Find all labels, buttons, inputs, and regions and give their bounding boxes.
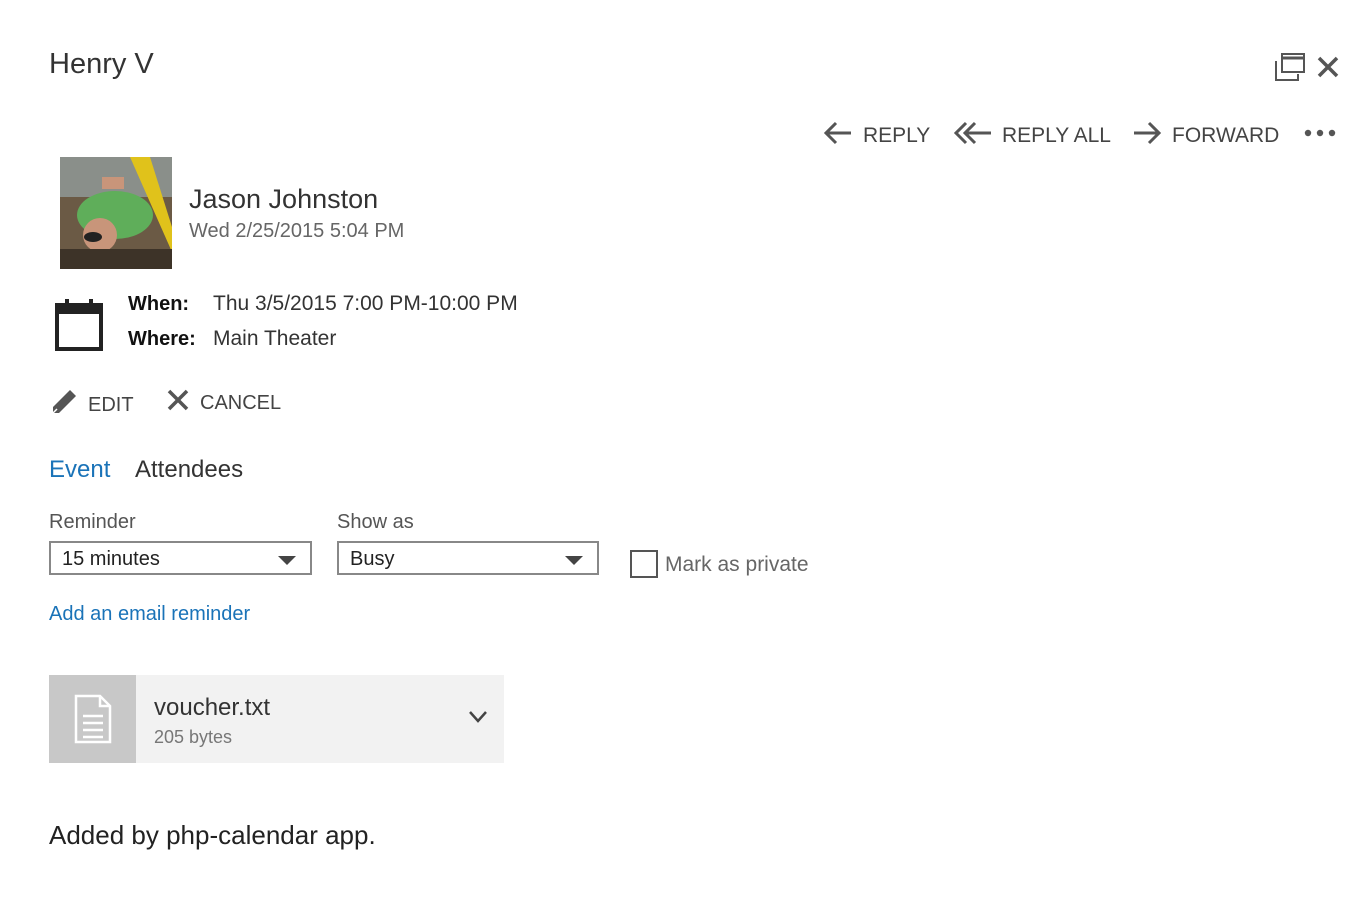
chevron-down-icon <box>565 556 583 565</box>
add-email-reminder-link[interactable]: Add an email reminder <box>49 603 250 626</box>
show-as-label: Show as <box>337 511 414 533</box>
reply-button[interactable]: REPLY <box>823 120 930 152</box>
reminder-value: 15 minutes <box>62 548 160 570</box>
edit-button[interactable]: EDIT <box>50 388 134 422</box>
arrow-right-icon <box>1132 121 1162 151</box>
chevron-down-icon[interactable] <box>468 710 488 724</box>
reply-all-label: REPLY ALL <box>1002 124 1111 147</box>
sender-name: Jason Johnston <box>189 184 379 214</box>
where-value: Main Theater <box>213 327 337 350</box>
tab-event[interactable]: Event <box>49 456 110 484</box>
text-file-icon <box>74 694 112 749</box>
message-body: Added by php-calendar app. <box>49 820 376 850</box>
cancel-button[interactable]: CANCEL <box>166 388 281 418</box>
tab-attendees[interactable]: Attendees <box>135 456 243 484</box>
forward-label: FORWARD <box>1172 124 1280 147</box>
double-arrow-left-icon <box>953 121 992 151</box>
window-title: Henry V <box>49 48 154 80</box>
avatar <box>60 157 172 269</box>
when-label: When: <box>128 293 190 315</box>
attachment-card[interactable]: voucher.txt 205 bytes <box>49 675 504 763</box>
reminder-label: Reminder <box>49 511 136 533</box>
where-label: Where: <box>128 328 196 350</box>
forward-button[interactable]: FORWARD <box>1132 120 1279 152</box>
pencil-icon <box>50 388 78 422</box>
attachment-size: 205 bytes <box>154 727 233 747</box>
when-value: Thu 3/5/2015 7:00 PM-10:00 PM <box>213 292 518 315</box>
mark-private-checkbox[interactable] <box>630 550 658 578</box>
edit-label: EDIT <box>88 393 134 416</box>
sent-timestamp: Wed 2/25/2015 5:04 PM <box>189 220 405 242</box>
popout-icon[interactable] <box>1274 52 1306 82</box>
calendar-icon <box>54 297 104 353</box>
reply-all-button[interactable]: REPLY ALL <box>953 120 1111 152</box>
close-icon[interactable] <box>1316 54 1340 80</box>
mark-private-label: Mark as private <box>665 553 809 576</box>
attachment-thumbnail <box>49 675 136 763</box>
show-as-value: Busy <box>350 548 395 570</box>
cancel-label: CANCEL <box>200 391 282 414</box>
reply-label: REPLY <box>863 124 931 147</box>
arrow-left-icon <box>823 121 853 151</box>
reminder-select[interactable]: 15 minutes <box>49 541 312 575</box>
x-icon <box>166 388 190 418</box>
attachment-name: voucher.txt <box>154 694 271 721</box>
show-as-select[interactable]: Busy <box>337 541 599 575</box>
more-icon[interactable] <box>1302 126 1338 145</box>
chevron-down-icon <box>278 556 296 565</box>
